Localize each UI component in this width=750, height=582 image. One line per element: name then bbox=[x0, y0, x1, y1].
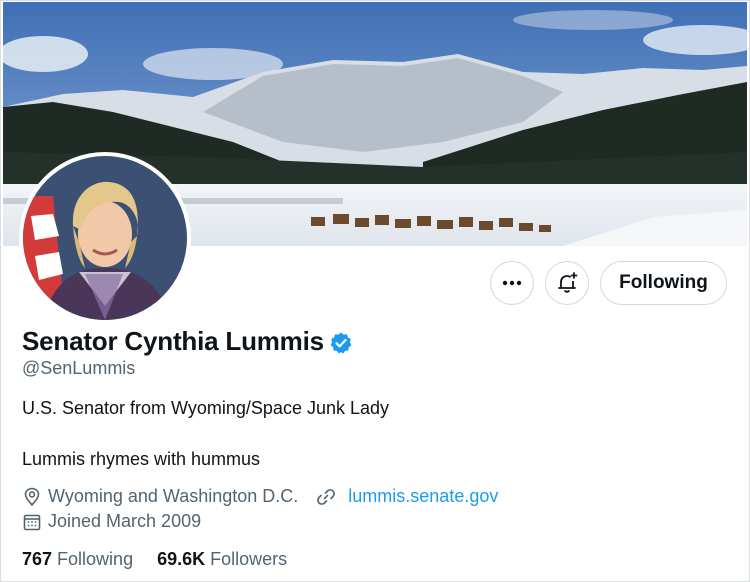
website-link[interactable]: lummis.senate.gov bbox=[348, 486, 498, 507]
profile-actions: Following bbox=[0, 261, 750, 307]
following-stat[interactable]: 767 Following bbox=[22, 549, 133, 570]
bio-line-1: U.S. Senator from Wyoming/Space Junk Lad… bbox=[22, 398, 390, 418]
calendar-icon bbox=[23, 514, 41, 530]
following-label: Following bbox=[57, 549, 134, 569]
location-pin-icon bbox=[24, 487, 40, 506]
notifications-button[interactable] bbox=[545, 261, 589, 305]
more-options-button[interactable] bbox=[490, 261, 534, 305]
following-button[interactable]: Following bbox=[600, 261, 727, 305]
follow-stats: 767 Following 69.6K Followers bbox=[22, 549, 287, 570]
followers-label: Followers bbox=[210, 549, 288, 569]
followers-stat[interactable]: 69.6K Followers bbox=[157, 549, 287, 570]
verified-badge-icon[interactable] bbox=[329, 331, 353, 355]
location-text: Wyoming and Washington D.C. bbox=[48, 486, 299, 506]
more-icon bbox=[502, 280, 522, 286]
following-count: 767 bbox=[22, 549, 53, 569]
name-row: Senator Cynthia Lummis bbox=[22, 326, 353, 357]
link-icon bbox=[317, 488, 336, 505]
display-name: Senator Cynthia Lummis bbox=[22, 326, 324, 356]
bell-plus-icon bbox=[558, 272, 578, 293]
followers-count: 69.6K bbox=[157, 549, 206, 569]
profile-meta-joined: Joined March 2009 bbox=[22, 511, 201, 532]
bio-line-2: Lummis rhymes with hummus bbox=[22, 449, 261, 469]
username-handle: @SenLummis bbox=[22, 358, 136, 378]
profile-meta-location-website: Wyoming and Washington D.C. lummis.senat… bbox=[22, 486, 498, 507]
joined-date: Joined March 2009 bbox=[48, 511, 202, 531]
